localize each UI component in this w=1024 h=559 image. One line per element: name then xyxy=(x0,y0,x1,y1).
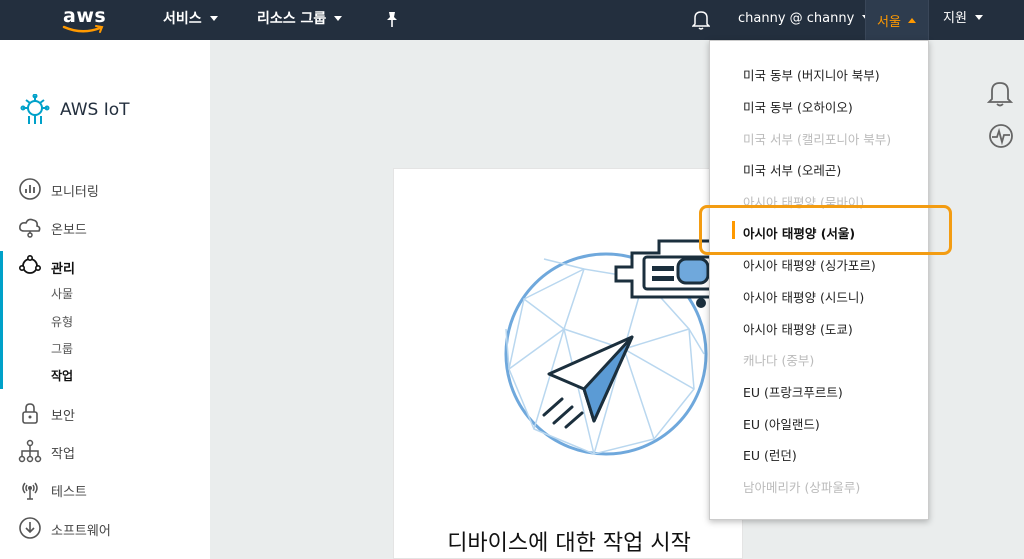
notification-bell-icon[interactable] xyxy=(987,80,1013,108)
sidebar-subitem-jobs[interactable]: 작업 xyxy=(51,367,73,384)
region-option[interactable]: EU (런던) xyxy=(743,445,797,464)
sidebar-item-label: 작업 xyxy=(51,447,75,462)
manage-icon xyxy=(18,254,41,274)
chevron-down-icon xyxy=(974,15,983,20)
user-name: channy @ channy xyxy=(738,11,855,26)
services-label: 서비스 xyxy=(163,11,202,27)
sidebar-item-label: 모니터링 xyxy=(51,185,99,200)
region-selector[interactable]: 서울 xyxy=(866,0,928,40)
device-job-illustration xyxy=(504,239,726,456)
hierarchy-icon xyxy=(18,439,42,463)
region-option[interactable]: EU (아일랜드) xyxy=(743,414,820,433)
aws-logo-text: aws xyxy=(63,5,107,27)
active-section-indicator xyxy=(0,251,3,389)
brand-name: AWS IoT xyxy=(60,100,130,120)
user-account-menu[interactable]: channy @ channy xyxy=(738,0,871,40)
region-option-disabled: 남아메리카 (상파울루) xyxy=(743,480,861,495)
broadcast-icon xyxy=(22,482,38,500)
resource-groups-menu[interactable]: 리소스 그룹 xyxy=(257,0,343,40)
chevron-up-icon xyxy=(908,18,916,23)
iot-logo-icon xyxy=(20,94,50,124)
resource-groups-label: 리소스 그룹 xyxy=(257,11,327,27)
region-option[interactable]: EU (프랑크푸르트) xyxy=(743,382,843,401)
sidebar-item-label: 보안 xyxy=(51,409,75,424)
support-menu[interactable]: 지원 xyxy=(943,0,983,40)
top-navigation-bar: aws 서비스 리소스 그룹 channy @ channy 서울 지원 xyxy=(0,0,1024,40)
region-dropdown: 미국 동부 (버지니아 북부) 미국 동부 (오하이오) 미국 서부 (캘리포니… xyxy=(709,40,929,520)
services-menu[interactable]: 서비스 xyxy=(163,0,218,40)
sidebar-item-label: 관리 xyxy=(51,262,75,277)
region-option[interactable]: 아시아 태평양 (싱가포르) xyxy=(743,255,876,274)
selected-region-highlight xyxy=(699,205,952,255)
sidebar-subitem-things[interactable]: 사물 xyxy=(51,285,73,302)
activity-monitor-icon[interactable] xyxy=(987,122,1015,150)
chart-icon xyxy=(19,178,41,200)
card-title: 디바이스에 대한 작업 시작 xyxy=(447,531,691,556)
aws-smile-icon xyxy=(62,25,104,33)
region-option[interactable]: 미국 서부 (오레곤) xyxy=(743,160,841,179)
region-option[interactable]: 아시아 태평양 (시드니) xyxy=(743,287,864,306)
notification-bell-icon[interactable] xyxy=(691,10,711,34)
sidebar-item-label: 테스트 xyxy=(51,485,87,500)
lock-icon xyxy=(22,403,38,424)
chevron-down-icon xyxy=(334,15,343,21)
region-option-disabled: 캐나다 (중부) xyxy=(743,353,815,368)
sidebar-item-label: 소프트웨어 xyxy=(51,524,111,539)
sidebar: AWS IoT 모니터링 온보드 관리 사물 유형 그룹 작업 보안 작업 테스… xyxy=(0,40,210,559)
region-option[interactable]: 아시아 태평양 (도쿄) xyxy=(743,319,853,338)
pin-icon[interactable] xyxy=(384,11,400,33)
nav-divider xyxy=(928,0,929,40)
region-option-disabled: 미국 서부 (캘리포니아 북부) xyxy=(743,132,892,147)
sidebar-subitem-types[interactable]: 유형 xyxy=(51,313,73,330)
region-option[interactable]: 미국 동부 (버지니아 북부) xyxy=(743,65,880,84)
get-started-card: 디바이스에 대한 작업 시작 xyxy=(393,168,743,559)
region-label: 서울 xyxy=(877,15,901,30)
aws-logo[interactable]: aws xyxy=(60,3,108,37)
support-label: 지원 xyxy=(943,11,967,26)
region-option[interactable]: 미국 동부 (오하이오) xyxy=(743,97,853,116)
chevron-down-icon xyxy=(209,15,218,21)
sidebar-item-label: 온보드 xyxy=(51,223,87,238)
sidebar-subitem-groups[interactable]: 그룹 xyxy=(51,340,73,357)
download-icon xyxy=(19,517,41,539)
cloud-icon xyxy=(19,218,41,238)
